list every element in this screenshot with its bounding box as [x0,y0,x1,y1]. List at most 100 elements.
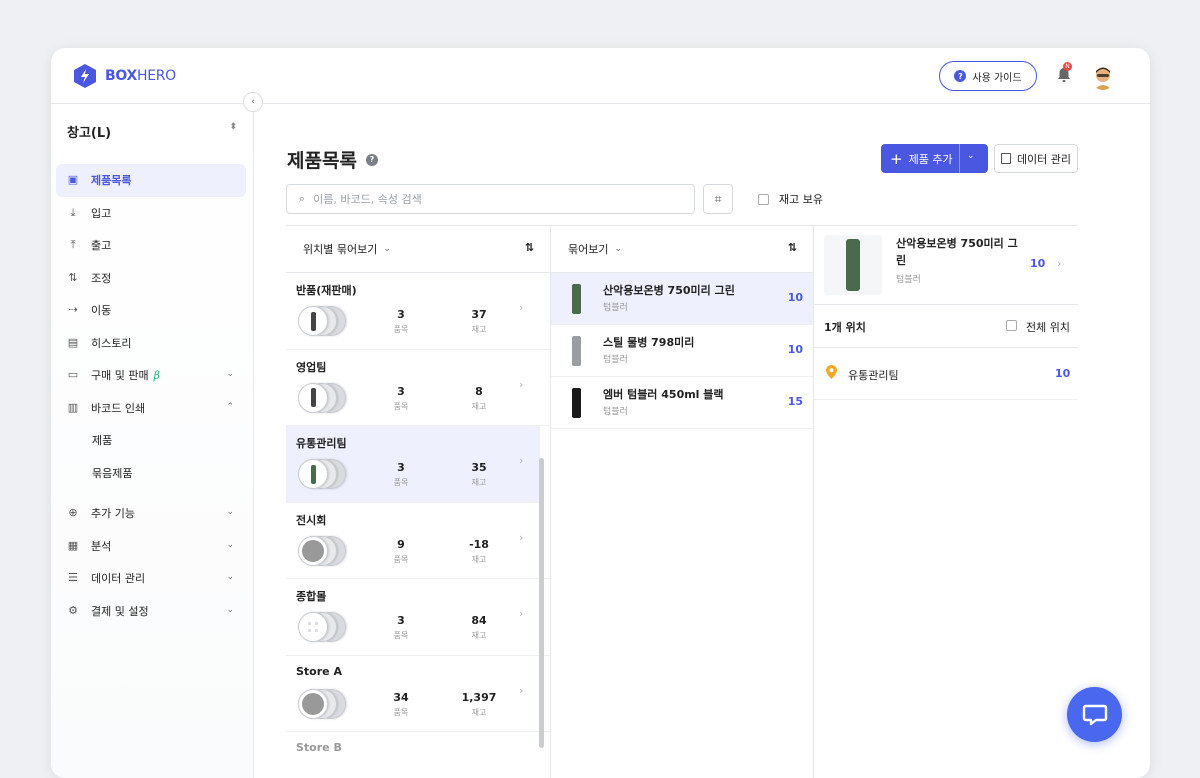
sidebar-item-addons[interactable]: ⊕ 추가 기능 ⌄ [56,497,246,530]
sidebar-item-billing-settings[interactable]: ⚙ 결제 및 설정 ⌄ [56,595,246,628]
app-window: BOXHERO ? 사용 가이드 N 창고(L) ⬍ ▣ 제품목록 ⤓ 입고 ⤒… [51,48,1150,778]
barcode-icon: ▥ [67,400,79,414]
search-input[interactable]: ⌕ 이름, 바코드, 속성 검색 [286,184,695,214]
sidebar-nav: ▣ 제품목록 ⤓ 입고 ⤒ 출고 ⇅ 조정 ⇢ 이동 ▤ 히스토리 ▭ 구매 및… [56,164,246,627]
barcode-scan-button[interactable]: ⌗ [703,184,733,214]
location-name: 유통관리팀 [296,437,347,450]
detail-location-qty: 10 [1055,367,1071,380]
item-count: 9 품목 [376,538,426,565]
arrow-up-icon: ⤒ [70,238,76,252]
item-count-label: 품목 [393,478,409,487]
avatar[interactable] [1091,64,1115,90]
sidebar-item-adjust[interactable]: ⇅ 조정 [56,262,246,295]
help-icon[interactable]: ? [365,153,378,166]
product-row[interactable]: 산악용보온병 750미리 그린 텀블러 10 [551,273,813,325]
sidebar-item-barcode-print[interactable]: ▥ 바코드 인쇄 ⌃ [56,392,246,425]
sidebar-item-analytics[interactable]: ▦ 분석 ⌄ [56,530,246,563]
location-name: 전시회 [296,513,327,527]
location-name: Store A [296,664,342,678]
chevron-down-icon: ⌄ [226,507,234,517]
stock-count-value: 35 [471,461,487,474]
stock-count-value: 84 [471,614,487,627]
item-count-value: 9 [397,537,405,551]
product-row[interactable]: 엠버 텀블러 450ml 블랙 텀블러 15 [551,377,813,429]
search-placeholder: 이름, 바코드, 속성 검색 [313,193,422,206]
chevron-down-icon[interactable]: ⌄ [967,151,975,161]
history-icon: ▤ [67,335,79,349]
sort-icon[interactable]: ⇅ [525,241,534,254]
location-row[interactable]: 전시회 9 품목 -18 재고 › [286,503,550,579]
chevron-right-icon: › [519,530,524,544]
sidebar-subitem-bundle[interactable]: 묶음제품 [56,457,246,490]
group-by-location-dropdown[interactable]: 위치별 묶어보기 ⌄ ⇅ [286,226,550,273]
database-icon: ☰ [68,571,78,585]
sidebar-subitem-product[interactable]: 제품 [56,424,246,457]
location-row[interactable]: 종합몰 3 품목 84 재고 › [286,579,550,656]
chevron-right-icon: › [519,301,524,314]
chevron-right-icon: › [519,454,524,467]
location-count-row: 1개 위치 전체 위치 [814,305,1078,348]
scrollbar[interactable] [539,458,544,748]
location-row[interactable]: 반품(재판매) 3 품목 37 재고 › [286,273,550,350]
stock-count-value: 1,397 [461,690,497,704]
avatar-face-icon [1091,64,1115,90]
data-management-button[interactable]: 데이터 관리 [994,144,1078,173]
sidebar-item-label: 데이터 관리 [91,572,146,586]
item-count: 3 품목 [376,308,426,335]
stock-count-value: -18 [469,537,489,551]
user-guide-label: 사용 가이드 [972,72,1022,84]
chat-support-button[interactable] [1067,687,1122,742]
group-by-dropdown[interactable]: 묶어보기 ⌄ ⇅ [551,226,813,273]
product-row[interactable]: 스틸 물병 798미리 텀블러 10 [551,325,813,377]
user-guide-button[interactable]: ? 사용 가이드 [939,61,1037,91]
product-detail-header[interactable]: 산악용보온병 750미리 그린 텀블러 10 › [814,226,1078,305]
chevron-right-icon: › [1057,257,1062,270]
chevron-right-icon: › [519,683,524,697]
boxhero-logo[interactable]: BOXHERO [73,63,176,89]
checkbox[interactable] [758,193,769,205]
sidebar-item-label: 이동 [91,304,112,318]
sidebar-item-label: 출고 [91,239,112,253]
item-count-label: 품목 [393,707,409,717]
item-count-value: 34 [393,690,409,704]
location-row[interactable]: Store A 34 품목 1,397 재고 › [286,656,550,732]
location-list: 반품(재판매) 3 품목 37 재고 › 영업팀 3 품목 8 재고 › 유통관리팀 [286,273,550,778]
warehouse-selector[interactable]: 창고(L) ⬍ [67,122,237,141]
group-by-label: 위치별 묶어보기 [303,243,378,256]
notification-badge: N [1063,62,1072,71]
location-name: Store B [296,741,342,754]
sidebar-item-stock-out[interactable]: ⤒ 출고 [56,229,246,262]
location-count: 1개 위치 [824,321,866,334]
plus-icon: + [890,149,903,168]
add-product-button[interactable]: + 제품 추가 ⌄ [881,144,988,173]
detail-location-row[interactable]: 유통관리팀 10 [814,348,1078,400]
warehouse-name: 창고(L) [67,126,112,141]
product-name: 엠버 텀블러 450ml 블랙 [603,388,724,401]
sidebar-collapse-button[interactable]: ‹ [243,92,263,112]
sidebar-item-label: 히스토리 [91,336,132,350]
sidebar-item-stock-in[interactable]: ⤓ 입고 [56,197,246,230]
location-row[interactable]: 유통관리팀 3 품목 35 재고 › [286,426,540,503]
sort-icon[interactable]: ⇅ [788,241,797,254]
in-stock-filter[interactable]: 재고 보유 [758,191,823,207]
sidebar-item-data-management[interactable]: ☰ 데이터 관리 ⌄ [56,562,246,595]
stock-count: 1,397 재고 [454,691,504,718]
product-name: 스틸 물병 798미리 [603,336,695,349]
location-name: 영업팀 [296,360,327,374]
sidebar-item-history[interactable]: ▤ 히스토리 [56,327,246,360]
scan-icon: ⌗ [714,191,722,206]
chevron-left-icon: ‹ [251,97,255,107]
all-locations-checkbox[interactable] [1006,320,1017,331]
item-count-label: 품목 [393,325,409,334]
item-count: 34 품목 [376,691,426,718]
chevron-down-icon: ⌄ [383,244,391,254]
chat-bubble-icon [1082,704,1107,725]
sidebar-item-products[interactable]: ▣ 제품목록 [56,164,246,197]
location-row[interactable]: Store B [286,732,550,778]
sidebar-item-move[interactable]: ⇢ 이동 [56,294,246,327]
stock-count-value: 37 [471,308,487,321]
sidebar-item-purchase-sales[interactable]: ▭ 구매 및 판매 β ⌄ [56,359,246,392]
chevron-down-icon: ⌄ [226,539,234,550]
arrow-right-icon: ⇢ [68,303,78,317]
location-row[interactable]: 영업팀 3 품목 8 재고 › [286,350,550,426]
